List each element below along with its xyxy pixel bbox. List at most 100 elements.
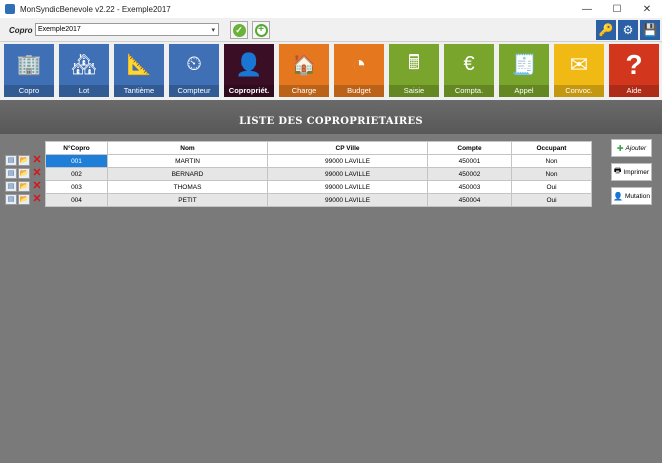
header-num[interactable]: N°Copro <box>45 141 108 155</box>
header-nom[interactable]: Nom <box>107 141 268 155</box>
cell-num[interactable]: 001 <box>45 154 108 168</box>
table-row[interactable]: 004 PETIT 99000 LAVILLE 450004 Oui <box>45 193 592 207</box>
printer-icon: 🖶 <box>613 166 622 175</box>
title-bar: MonSyndicBenevole v2.22 - Exemple2017 — … <box>0 0 662 18</box>
key-button[interactable]: 🔑 <box>596 20 616 40</box>
copro-label: Copro <box>9 26 33 35</box>
add-button-label: Ajouter <box>625 144 647 152</box>
edit-row-icon[interactable]: ▤ <box>5 168 17 179</box>
chevron-down-icon: ▾ <box>211 27 215 34</box>
ruler-house-icon: 📐 <box>126 54 152 76</box>
edit-row-icon[interactable]: ▤ <box>5 181 17 192</box>
cell-occupant[interactable]: Oui <box>511 180 592 194</box>
edit-row-icon[interactable]: ▤ <box>5 155 17 166</box>
folder-icon[interactable]: 📂 <box>18 194 30 205</box>
cell-occupant[interactable]: Non <box>511 154 592 168</box>
module-compta[interactable]: € Compta. <box>444 44 494 97</box>
header-cpville[interactable]: CP Ville <box>267 141 428 155</box>
cell-cpville[interactable]: 99000 LAVILLE <box>267 167 428 181</box>
cell-nom[interactable]: BERNARD <box>107 167 268 181</box>
cell-cpville[interactable]: 99000 LAVILLE <box>267 154 428 168</box>
module-tantieme[interactable]: 📐 Tantième <box>114 44 164 97</box>
add-button[interactable]: ✚ Ajouter <box>611 139 652 157</box>
module-saisie[interactable]: 🖩 Saisie <box>389 44 439 97</box>
header-occupant[interactable]: Occupant <box>511 141 592 155</box>
table-row[interactable]: 001 MARTIN 99000 LAVILLE 450001 Non <box>45 154 592 168</box>
cell-occupant[interactable]: Oui <box>511 193 592 207</box>
cell-compte[interactable]: 450004 <box>427 193 512 207</box>
gear-icon: ⚙ <box>622 23 634 37</box>
module-coproprietaire[interactable]: 👤 Copropriét. <box>224 44 274 97</box>
maximize-button[interactable]: ☐ <box>602 0 632 18</box>
add-copro-button[interactable]: + <box>252 21 270 39</box>
module-appel[interactable]: 🧾 Appel <box>499 44 549 97</box>
mutation-button[interactable]: 👤 Mutation <box>611 187 652 205</box>
cell-compte[interactable]: 450001 <box>427 154 512 168</box>
meter-icon: ⏲ <box>186 53 202 75</box>
plus-icon: + <box>254 23 268 37</box>
delete-icon[interactable]: ✕ <box>31 155 43 166</box>
person-icon: 👤 <box>613 191 624 201</box>
cell-compte[interactable]: 450003 <box>427 180 512 194</box>
houses-icon: 🏘 <box>71 54 97 76</box>
table-row[interactable]: 002 BERNARD 99000 LAVILLE 450002 Non <box>45 167 592 181</box>
copro-bar: Copro Exemple2017 ▾ ✓ + <box>0 18 662 42</box>
folder-icon[interactable]: 📂 <box>18 155 30 166</box>
module-charge[interactable]: 🏠 Charge <box>279 44 329 97</box>
header-compte[interactable]: Compte <box>427 141 512 155</box>
cell-cpville[interactable]: 99000 LAVILLE <box>267 180 428 194</box>
calculator-icon: 🖩 <box>408 51 420 74</box>
validate-copro-button[interactable]: ✓ <box>230 21 248 39</box>
envelope-icon: ✉ <box>569 51 589 77</box>
cell-nom[interactable]: MARTIN <box>107 154 268 168</box>
delete-icon[interactable]: ✕ <box>31 181 43 192</box>
save-button[interactable]: 💾 <box>640 20 660 40</box>
copro-selected-value: Exemple2017 <box>38 26 81 33</box>
print-button[interactable]: 🖶 Imprimer <box>611 163 652 181</box>
row-actions: ▤ 📂 ✕ <box>5 167 45 180</box>
key-icon: 🔑 <box>598 23 614 37</box>
module-copro[interactable]: 🏢 Copro <box>4 44 54 97</box>
copro-select[interactable]: Exemple2017 ▾ <box>35 23 219 36</box>
building-icon: 🏢 <box>16 54 42 76</box>
module-aide[interactable]: ? Aide <box>609 44 659 97</box>
print-button-label: Imprimer <box>623 168 650 176</box>
table-row[interactable]: 003 THOMAS 99000 LAVILLE 450003 Oui <box>45 180 592 194</box>
minimize-button[interactable]: — <box>572 0 602 18</box>
invoice-icon: 🧾 <box>511 54 537 76</box>
folder-icon[interactable]: 📂 <box>18 181 30 192</box>
module-lot[interactable]: 🏘 Lot <box>59 44 109 97</box>
row-actions: ▤ 📂 ✕ <box>5 193 45 206</box>
coproprietaires-table: N°Copro Nom CP Ville Compte Occupant 001… <box>45 141 592 207</box>
settings-button[interactable]: ⚙ <box>618 20 638 40</box>
person-icon: 👤 <box>235 51 263 77</box>
cell-cpville[interactable]: 99000 LAVILLE <box>267 193 428 207</box>
row-actions: ▤ 📂 ✕ <box>5 180 45 193</box>
folder-icon[interactable]: 📂 <box>18 168 30 179</box>
table-header: N°Copro Nom CP Ville Compte Occupant <box>45 141 592 155</box>
close-button[interactable]: ✕ <box>632 0 662 18</box>
euro-chart-icon: € <box>463 53 475 75</box>
pie-chart-icon: ◔ <box>351 50 367 78</box>
app-icon <box>5 4 15 14</box>
house-document-icon: 🏠 <box>291 54 317 76</box>
question-mark-icon: ? <box>625 48 643 80</box>
delete-icon[interactable]: ✕ <box>31 168 43 179</box>
module-toolbar: 🏢 Copro 🏘 Lot 📐 Tantième ⏲ Compteur 👤 Copropr… <box>0 42 662 100</box>
save-icon: 💾 <box>642 23 658 37</box>
module-convoc[interactable]: ✉ Convoc. <box>554 44 604 97</box>
cell-num[interactable]: 003 <box>45 180 108 194</box>
cell-nom[interactable]: THOMAS <box>107 180 268 194</box>
cell-compte[interactable]: 450002 <box>427 167 512 181</box>
module-compteur[interactable]: ⏲ Compteur <box>169 44 219 97</box>
window-controls: — ☐ ✕ <box>572 0 662 18</box>
cell-num[interactable]: 002 <box>45 167 108 181</box>
edit-row-icon[interactable]: ▤ <box>5 194 17 205</box>
delete-icon[interactable]: ✕ <box>31 194 43 205</box>
cell-num[interactable]: 004 <box>45 193 108 207</box>
module-budget[interactable]: ◔ Budget <box>334 44 384 97</box>
cell-occupant[interactable]: Non <box>511 167 592 181</box>
mutation-button-label: Mutation <box>625 192 650 200</box>
cell-nom[interactable]: PETIT <box>107 193 268 207</box>
page-title: LISTE DES COPROPRIETAIRES <box>239 116 423 127</box>
